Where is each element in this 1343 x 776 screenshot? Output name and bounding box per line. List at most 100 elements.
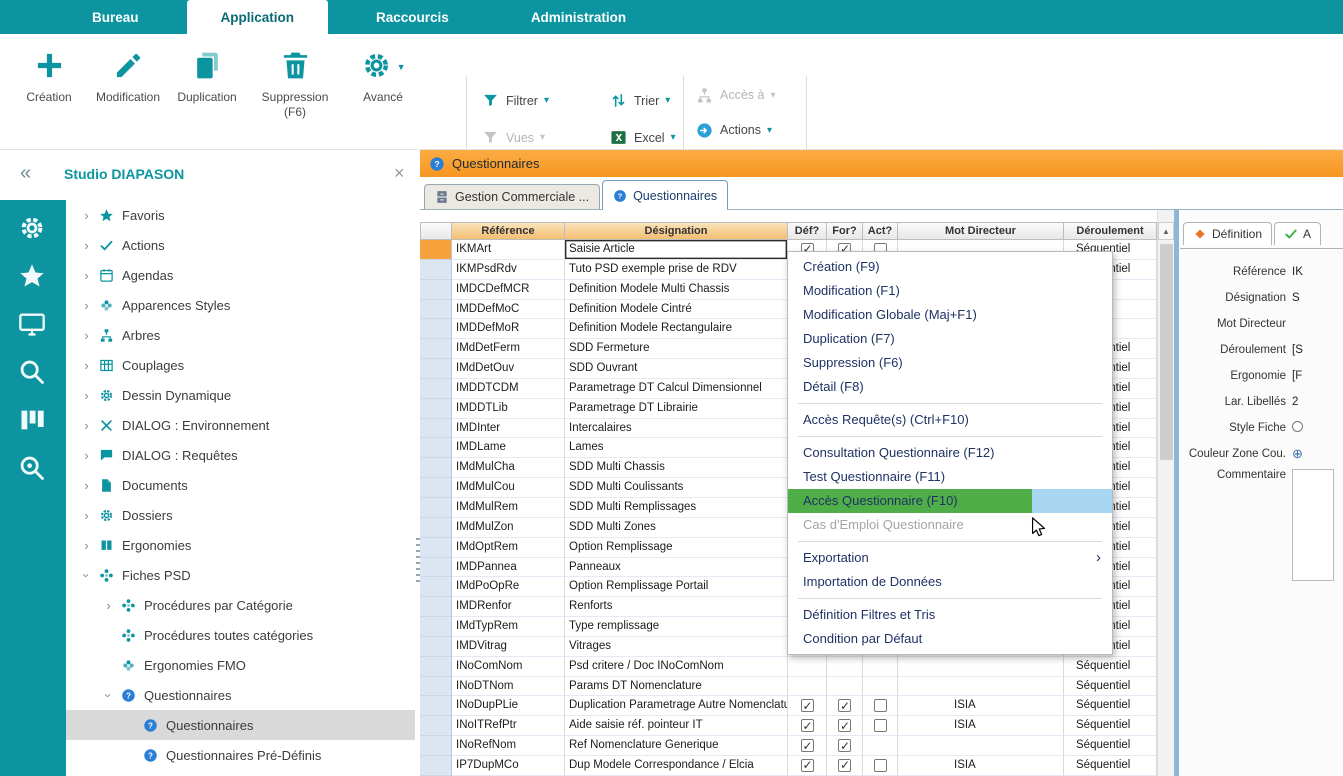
cell-designation[interactable]: SDD Fermeture: [565, 339, 788, 359]
table-row[interactable]: INoDupPLie Duplication Parametrage Autre…: [420, 696, 1157, 716]
field-value[interactable]: ⊕: [1292, 446, 1343, 462]
tree-item-fiches-psd[interactable]: › Fiches PSD: [66, 560, 415, 590]
cell-designation[interactable]: Psd critere / Doc INoComNom: [565, 657, 788, 677]
tree-item-procedures-toutes-categories[interactable]: Procédures toutes catégories: [66, 620, 415, 650]
cell-reference[interactable]: INoRefNom: [452, 736, 565, 756]
radio-button[interactable]: [1292, 421, 1303, 432]
cell-for[interactable]: [827, 736, 863, 756]
cell-mot-directeur[interactable]: ISIA: [898, 716, 1064, 736]
chevron-icon[interactable]: ›: [101, 687, 116, 704]
tree-item-favoris[interactable]: › Favoris: [66, 200, 415, 230]
doc-tab-questionnaires[interactable]: ? Questionnaires: [602, 180, 728, 210]
cell-act[interactable]: [863, 696, 898, 716]
chevron-icon[interactable]: ›: [78, 268, 95, 283]
cell-designation[interactable]: Lames: [565, 438, 788, 458]
chevron-icon[interactable]: ›: [78, 448, 95, 463]
table-row[interactable]: IP7DupMCo Dup Modele Correspondance / El…: [420, 756, 1157, 776]
cell-act[interactable]: [863, 716, 898, 736]
cell-def[interactable]: [788, 657, 827, 677]
cell-designation[interactable]: Definition Modele Multi Chassis: [565, 280, 788, 300]
column-header-act[interactable]: Act?: [863, 222, 898, 240]
row-selector[interactable]: [420, 458, 452, 478]
cell-reference[interactable]: INoDupPLie: [452, 696, 565, 716]
checkbox-unchecked[interactable]: [874, 699, 887, 712]
row-selector[interactable]: [420, 319, 452, 339]
chevron-icon[interactable]: ›: [78, 538, 95, 553]
cell-mot-directeur[interactable]: [898, 677, 1064, 697]
cell-deroulement[interactable]: Séquentiel: [1064, 756, 1157, 776]
dropdown-caret-icon[interactable]: ▼: [397, 62, 406, 72]
select-all-corner[interactable]: [420, 222, 452, 240]
table-row[interactable]: INoComNom Psd critere / Doc INoComNom Sé…: [420, 657, 1157, 677]
cell-designation[interactable]: Option Remplissage Portail: [565, 577, 788, 597]
cell-reference[interactable]: IMDRenfor: [452, 597, 565, 617]
cell-reference[interactable]: IMDDTCDM: [452, 379, 565, 399]
cell-designation[interactable]: Duplication Parametrage Autre Nomenclatu…: [565, 696, 788, 716]
dropdown-caret-icon[interactable]: ▾: [770, 90, 775, 101]
cell-def[interactable]: [788, 756, 827, 776]
cell-act[interactable]: [863, 756, 898, 776]
cell-def[interactable]: [788, 696, 827, 716]
cell-designation[interactable]: Panneaux: [565, 558, 788, 578]
cell-designation[interactable]: Parametrage DT Librairie: [565, 399, 788, 419]
row-selector[interactable]: [420, 280, 452, 300]
tree-item-questionnaires[interactable]: ? Questionnaires: [66, 710, 415, 740]
cell-reference[interactable]: IMDVitrag: [452, 637, 565, 657]
dropdown-caret-icon[interactable]: ▾: [540, 132, 545, 143]
cell-reference[interactable]: IMdMulCha: [452, 458, 565, 478]
row-selector[interactable]: [420, 736, 452, 756]
cell-deroulement[interactable]: Séquentiel: [1064, 736, 1157, 756]
cell-reference[interactable]: INoITRefPtr: [452, 716, 565, 736]
tree-item-questionnaires-pre-definis[interactable]: ? Questionnaires Pré-Définis: [66, 740, 415, 770]
cell-reference[interactable]: INoDTNom: [452, 677, 565, 697]
cell-designation[interactable]: Tuto PSD exemple prise de RDV: [565, 260, 788, 280]
chevron-icon[interactable]: ›: [79, 567, 94, 584]
field-value[interactable]: [S: [1292, 344, 1343, 356]
cell-reference[interactable]: IMDDefMoR: [452, 319, 565, 339]
menu-item-importation-de-donnees[interactable]: Importation de Données: [788, 570, 1112, 594]
toolbar-acces-a-button[interactable]: Accès à ▾: [692, 84, 780, 106]
close-sidebar-icon[interactable]: ×: [394, 163, 405, 184]
table-row[interactable]: INoITRefPtr Aide saisie réf. pointeur IT…: [420, 716, 1157, 736]
menu-tab-bureau[interactable]: Bureau: [58, 0, 173, 34]
cell-designation[interactable]: Params DT Nomenclature: [565, 677, 788, 697]
cell-act[interactable]: [863, 736, 898, 756]
row-selector[interactable]: [420, 756, 452, 776]
rail-gear-icon[interactable]: [18, 214, 48, 244]
toolbar-creation-button[interactable]: Création: [10, 40, 88, 124]
column-header-designation[interactable]: Désignation: [565, 222, 788, 240]
cell-mot-directeur[interactable]: [898, 736, 1064, 756]
chevron-icon[interactable]: ›: [78, 238, 95, 253]
cell-deroulement[interactable]: Séquentiel: [1064, 696, 1157, 716]
row-selector[interactable]: [420, 498, 452, 518]
menu-tab-application[interactable]: Application: [187, 0, 329, 34]
tree-item-dessin-dynamique[interactable]: › Dessin Dynamique: [66, 380, 415, 410]
row-selector[interactable]: [420, 696, 452, 716]
cell-designation[interactable]: Saisie Article: [565, 240, 788, 260]
rail-monitor-icon[interactable]: [18, 310, 48, 340]
rail-star-icon[interactable]: [18, 262, 48, 292]
cell-reference[interactable]: IMdOptRem: [452, 538, 565, 558]
cell-deroulement[interactable]: Séquentiel: [1064, 657, 1157, 677]
cell-reference[interactable]: IMdTypRem: [452, 617, 565, 637]
chevron-icon[interactable]: ›: [78, 388, 95, 403]
chevron-icon[interactable]: ›: [78, 208, 95, 223]
cell-designation[interactable]: Type remplissage: [565, 617, 788, 637]
tree-item-actions[interactable]: › Actions: [66, 230, 415, 260]
menu-tab-raccourcis[interactable]: Raccourcis: [342, 0, 483, 34]
row-selector[interactable]: [420, 339, 452, 359]
tree-item-arbres[interactable]: › Arbres: [66, 320, 415, 350]
cell-reference[interactable]: IMdDetOuv: [452, 359, 565, 379]
row-selector[interactable]: [420, 538, 452, 558]
menu-item-duplication-f7[interactable]: Duplication (F7): [788, 327, 1112, 351]
checkbox-checked[interactable]: [801, 759, 814, 772]
row-selector[interactable]: [420, 399, 452, 419]
cell-act[interactable]: [863, 677, 898, 697]
checkbox-checked[interactable]: [838, 739, 851, 752]
cell-designation[interactable]: Option Remplissage: [565, 538, 788, 558]
menu-item-acces-requete-s-ctrl-f10[interactable]: Accès Requête(s) (Ctrl+F10): [788, 408, 1112, 432]
cell-reference[interactable]: IMDInter: [452, 419, 565, 439]
cell-def[interactable]: [788, 736, 827, 756]
field-value[interactable]: [F: [1292, 370, 1343, 382]
cell-designation[interactable]: Ref Nomenclature Generique: [565, 736, 788, 756]
